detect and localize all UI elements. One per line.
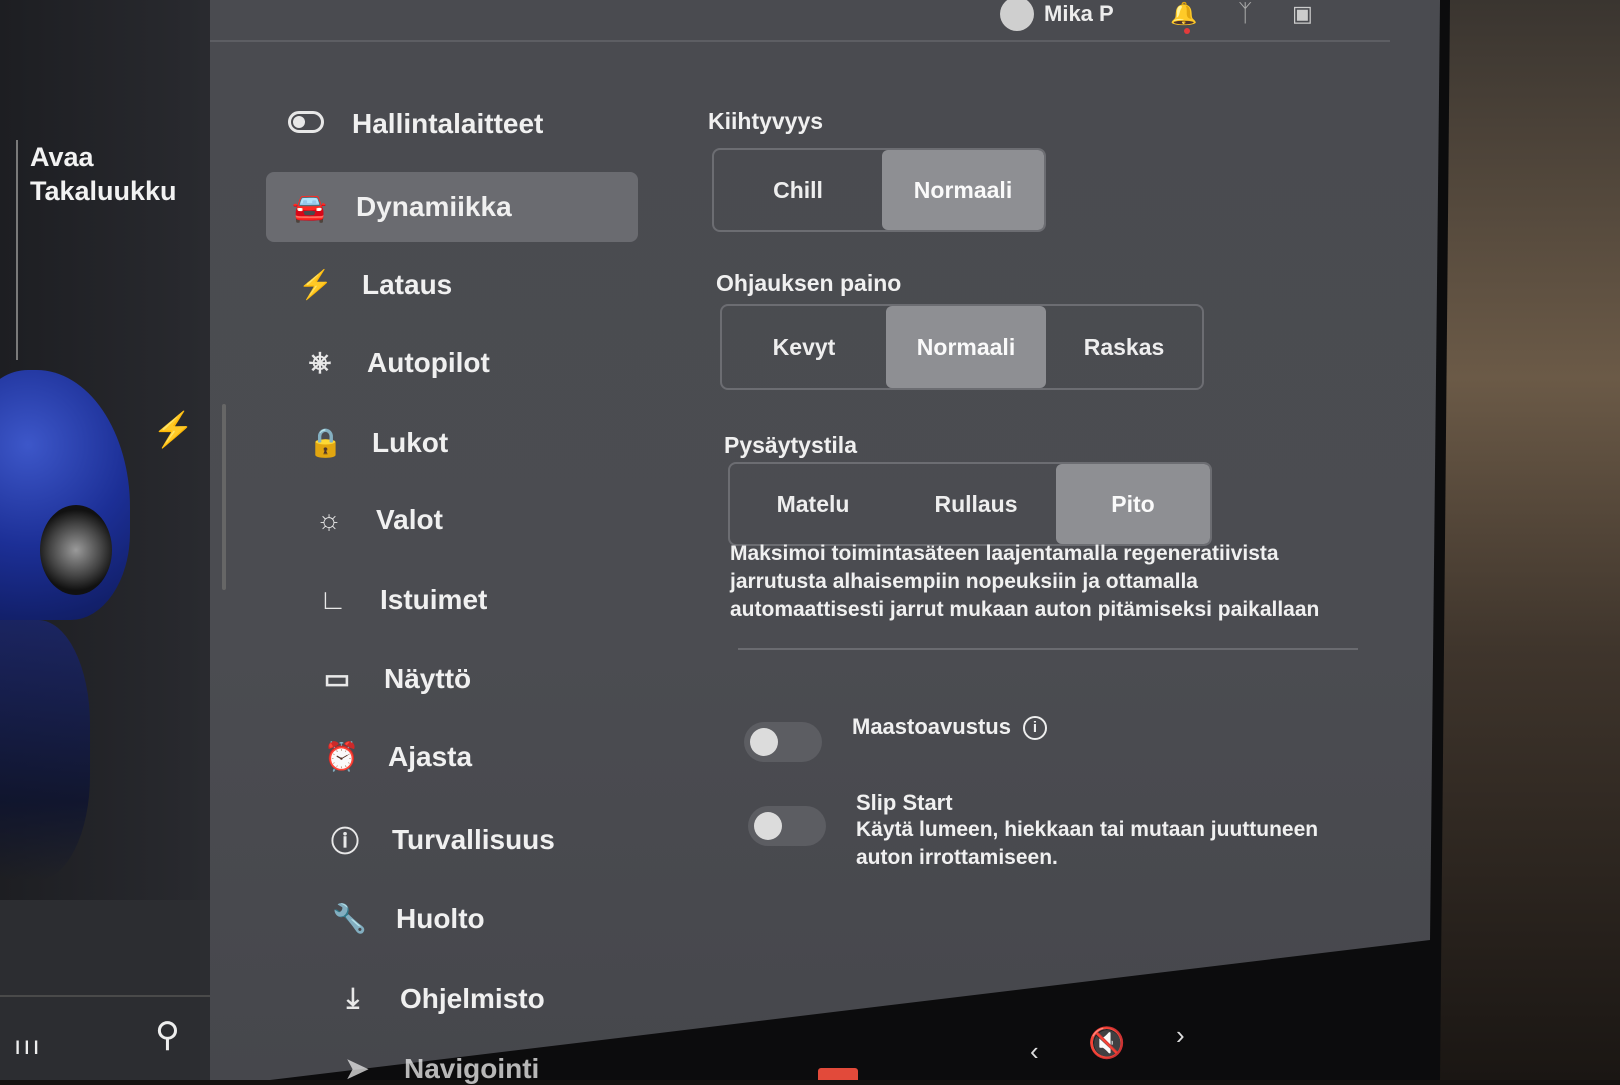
- acceleration-title: Kiihtyvyys: [708, 108, 824, 134]
- menu-item-hallintalaitteet[interactable]: Hallintalaitteet: [288, 108, 543, 140]
- user-name: Mika P: [1044, 1, 1114, 26]
- menu-item-huolto[interactable]: 🔧 Huolto: [332, 902, 485, 935]
- stopping-option-pito[interactable]: Pito: [1056, 464, 1210, 544]
- section-divider: [738, 648, 1358, 650]
- slip-start-description: Käytä lumeen, hiekkaan tai mutaan juuttu…: [856, 818, 1319, 869]
- stopping-option-rullaus[interactable]: Rullaus: [896, 464, 1056, 544]
- menu-item-ohjelmisto[interactable]: ⤓ Ohjelmisto: [336, 982, 545, 1015]
- trunk-label-line2: Takaluukku: [30, 176, 177, 206]
- slip-start-toggle[interactable]: [748, 806, 826, 846]
- app-icon-red[interactable]: [818, 1068, 858, 1080]
- menu-item-navigointi[interactable]: ➤ Navigointi: [340, 1052, 539, 1085]
- lock-icon: 🔒: [308, 427, 343, 458]
- menu-item-lukot[interactable]: 🔒 Lukot: [308, 426, 448, 459]
- user-icon: [1000, 0, 1034, 31]
- top-bar-divider: [210, 40, 1390, 42]
- menu-item-istuimet[interactable]: ∟ Istuimet: [316, 584, 487, 616]
- seat-icon: ∟: [319, 584, 347, 615]
- alert-icon: ⓘ: [330, 826, 359, 857]
- bolt-icon: ⚡: [298, 269, 333, 300]
- menu-item-label: Hallintalaitteet: [352, 108, 544, 139]
- menu-item-valot[interactable]: ☼ Valot: [312, 504, 443, 536]
- car-icon: 🚘: [292, 191, 327, 223]
- equalizer-icon[interactable]: ııı: [14, 1030, 42, 1061]
- wrench-icon: 🔧: [332, 903, 367, 934]
- car-panel-scrollbar[interactable]: [222, 404, 226, 590]
- user-profile[interactable]: Mika P: [1000, 0, 1114, 34]
- menu-item-label: Valot: [376, 504, 443, 535]
- alarm-icon: ⏰: [324, 741, 359, 772]
- menu-item-label: Istuimet: [380, 584, 488, 615]
- notification-dot: [1184, 28, 1190, 34]
- menu-item-label: Näyttö: [384, 662, 472, 694]
- steering-option-kevyt[interactable]: Kevyt: [722, 306, 886, 388]
- acceleration-selector[interactable]: Chill Normaali: [712, 148, 1046, 232]
- stopping-mode-description: Maksimoi toimintasäteen laajentamalla re…: [730, 542, 1320, 621]
- steering-wheel-icon: ⎈: [308, 346, 332, 377]
- menu-item-autopilot[interactable]: ⎈ Autopilot: [303, 346, 490, 379]
- sun-icon: ☼: [316, 504, 342, 535]
- signal-icon: ▣: [1292, 1, 1313, 26]
- stopping-option-matelu[interactable]: Matelu: [730, 464, 896, 544]
- search-icon[interactable]: ⚲: [155, 1015, 180, 1055]
- menu-item-dynamiikka[interactable]: 🚘 Dynamiikka: [266, 172, 638, 242]
- bluetooth-icon[interactable]: ᛉ: [1238, 0, 1252, 34]
- slip-start-label: Slip Start: [856, 790, 953, 815]
- navigation-icon: ➤: [345, 1053, 369, 1084]
- chevron-right-icon[interactable]: ›: [1176, 1020, 1185, 1051]
- menu-item-label: Turvallisuus: [392, 824, 555, 855]
- menu-item-label: Lukot: [372, 426, 449, 458]
- terrain-assist-label: Maastoavustus: [852, 714, 1011, 739]
- volume-muted-icon[interactable]: 🔇: [1088, 1026, 1125, 1061]
- trunk-label-line1: Avaa: [30, 142, 94, 172]
- stopping-mode-title: Pysäytystila: [724, 432, 857, 458]
- acceleration-option-normaali[interactable]: Normaali: [882, 150, 1044, 230]
- bottom-left-panel: ııı ⚲: [0, 900, 240, 1080]
- background-right: [1420, 0, 1620, 1080]
- menu-item-label: Autopilot: [367, 346, 490, 378]
- charge-port-bolt-icon[interactable]: ⚡: [152, 410, 194, 450]
- open-trunk-button[interactable]: Avaa Takaluukku: [30, 140, 177, 208]
- download-icon: ⤓: [346, 982, 360, 1013]
- menu-item-label: Ohjelmisto: [400, 982, 545, 1014]
- chevron-left-icon[interactable]: ‹: [1030, 1036, 1039, 1067]
- bottom-left-divider: [0, 995, 240, 997]
- steering-option-raskas[interactable]: Raskas: [1046, 306, 1202, 388]
- display-icon: ▭: [323, 663, 351, 694]
- terrain-assist-toggle[interactable]: [744, 722, 822, 762]
- menu-item-label: Huolto: [396, 902, 485, 934]
- steering-title: Ohjauksen paino: [716, 270, 902, 296]
- menu-item-label: Dynamiikka: [356, 191, 512, 222]
- acceleration-option-chill[interactable]: Chill: [714, 150, 882, 230]
- terrain-assist-label-row: Maastoavustus i: [852, 714, 1047, 741]
- car-reflection: [0, 620, 90, 880]
- menu-item-naytto[interactable]: ▭ Näyttö: [320, 662, 471, 695]
- menu-item-label: Ajasta: [388, 740, 473, 772]
- stopping-mode-selector[interactable]: Matelu Rullaus Pito: [728, 462, 1212, 546]
- car-wheel: [40, 505, 112, 595]
- steering-selector[interactable]: Kevyt Normaali Raskas: [720, 304, 1204, 390]
- steering-option-normaali[interactable]: Normaali: [886, 306, 1046, 388]
- menu-item-label: Lataus: [362, 268, 453, 300]
- toggle-icon: [288, 108, 324, 140]
- info-icon[interactable]: i: [1022, 716, 1047, 741]
- menu-item-turvallisuus[interactable]: ⓘ Turvallisuus: [328, 820, 555, 860]
- menu-item-lataus[interactable]: ⚡ Lataus: [298, 268, 452, 301]
- car-panel-divider: [16, 140, 18, 360]
- menu-item-ajasta[interactable]: ⏰ Ajasta: [324, 740, 472, 773]
